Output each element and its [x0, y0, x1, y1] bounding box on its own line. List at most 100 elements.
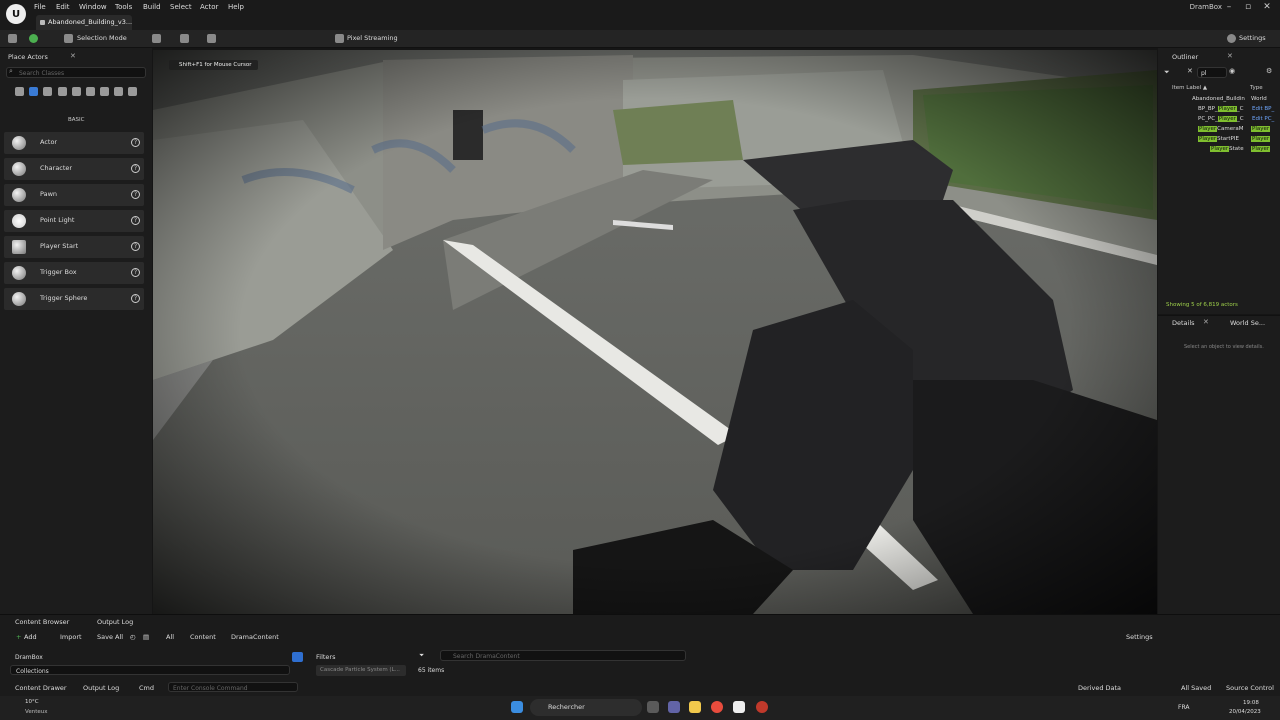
lights-category-icon[interactable]: [43, 87, 52, 96]
source-control-icon[interactable]: [29, 34, 38, 43]
menu-select[interactable]: Select: [170, 3, 192, 11]
actor-item-pawn[interactable]: Pawn?: [4, 184, 144, 206]
row-type-link[interactable]: Edit PC_: [1252, 116, 1274, 122]
chrome-icon[interactable]: [711, 701, 723, 713]
windows-start-icon[interactable]: [511, 701, 523, 713]
help-icon[interactable]: ?: [131, 164, 140, 173]
breadcrumb-dramacontent[interactable]: DramaContent: [231, 633, 279, 641]
settings-gear-icon[interactable]: [1227, 34, 1236, 43]
teams-icon[interactable]: [668, 701, 680, 713]
all-saved-status[interactable]: All Saved: [1181, 684, 1211, 692]
clear-search-icon[interactable]: ✕: [1187, 67, 1193, 75]
outliner-row[interactable]: BP_BP_Player_C: [1198, 106, 1243, 112]
outliner-row[interactable]: PlayerState: [1210, 146, 1244, 152]
outliner-row[interactable]: Abandoned_Buildin: [1192, 96, 1245, 102]
actor-item-trigger-sphere[interactable]: Trigger Sphere?: [4, 288, 144, 310]
help-icon[interactable]: ?: [131, 138, 140, 147]
cinematic-category-icon[interactable]: [58, 87, 67, 96]
menu-help[interactable]: Help: [228, 3, 244, 11]
add-content-icon[interactable]: [152, 34, 161, 43]
filter-menu-icon[interactable]: ⏷: [419, 651, 424, 660]
filter-chip[interactable]: Cascade Particle System (L...: [316, 665, 406, 676]
close-tab-icon[interactable]: ✕: [70, 52, 76, 60]
search-classes-input[interactable]: Search Classes: [6, 67, 146, 78]
more-category-icon[interactable]: [128, 87, 137, 96]
derived-data-button[interactable]: Derived Data: [1078, 684, 1121, 692]
actor-item-trigger-box[interactable]: Trigger Box?: [4, 262, 144, 284]
help-icon[interactable]: ?: [131, 242, 140, 251]
column-item-label[interactable]: Item Label ▲: [1172, 85, 1207, 91]
cmd-dropdown[interactable]: Cmd: [139, 684, 154, 692]
breadcrumb-content[interactable]: Content: [190, 633, 216, 641]
outliner-row[interactable]: PlayerStartPIE: [1198, 136, 1239, 142]
actor-item-player-start[interactable]: Player Start?: [4, 236, 144, 258]
maximize-icon[interactable]: ▫: [1239, 2, 1257, 12]
console-command-input[interactable]: Enter Console Command: [168, 682, 298, 692]
view-options-icon[interactable]: ◉: [1229, 67, 1235, 75]
blueprint-icon[interactable]: [180, 34, 189, 43]
geometry-category-icon[interactable]: [86, 87, 95, 96]
menu-file[interactable]: File: [34, 3, 46, 11]
pixel-streaming-icon[interactable]: [335, 34, 344, 43]
content-search-input[interactable]: Search DramaContent: [440, 650, 686, 661]
content-drawer-button[interactable]: Content Drawer: [15, 684, 67, 692]
search-icon[interactable]: [292, 652, 303, 662]
file-explorer-icon[interactable]: [689, 701, 701, 713]
close-icon[interactable]: ✕: [1258, 2, 1276, 12]
outliner-row[interactable]: PC_PC_Player_C: [1198, 116, 1244, 122]
tab-world-settings[interactable]: World Se...: [1230, 319, 1265, 327]
settings-button[interactable]: Settings: [1239, 34, 1266, 42]
folder-icon[interactable]: ▤: [143, 633, 149, 641]
column-type[interactable]: Type: [1250, 85, 1263, 91]
history-icon[interactable]: ◴: [130, 633, 136, 641]
task-view-icon[interactable]: [647, 701, 659, 713]
import-button[interactable]: Import: [60, 633, 82, 641]
minimize-icon[interactable]: –: [1220, 2, 1238, 12]
save-all-button[interactable]: Save All: [97, 633, 123, 641]
filter-icon[interactable]: ⏷: [1164, 68, 1170, 77]
app-icon[interactable]: [756, 701, 768, 713]
tab-place-actors[interactable]: Place Actors: [8, 53, 48, 61]
settings-gear-icon[interactable]: ⚙: [1266, 67, 1272, 75]
help-icon[interactable]: ?: [131, 268, 140, 277]
menu-window[interactable]: Window: [79, 3, 107, 11]
weather-temperature[interactable]: 10°C: [25, 699, 39, 705]
row-type-link[interactable]: Edit BP_: [1252, 106, 1274, 112]
selection-mode-dropdown[interactable]: Selection Mode: [77, 34, 127, 42]
menu-actor[interactable]: Actor: [200, 3, 218, 11]
language-indicator[interactable]: FRA: [1178, 704, 1189, 711]
menu-edit[interactable]: Edit: [56, 3, 70, 11]
tab-details[interactable]: Details: [1172, 319, 1195, 327]
pixel-streaming-dropdown[interactable]: Pixel Streaming: [347, 34, 398, 42]
menu-build[interactable]: Build: [143, 3, 161, 11]
breadcrumb-all[interactable]: All: [166, 633, 174, 641]
save-icon[interactable]: [8, 34, 17, 43]
actor-item-character[interactable]: Character?: [4, 158, 144, 180]
visual-effects-category-icon[interactable]: [72, 87, 81, 96]
taskbar-search-box[interactable]: Rechercher: [530, 699, 642, 716]
clock-date[interactable]: 20/04/2023: [1229, 709, 1261, 715]
recent-icon[interactable]: [15, 87, 24, 96]
outliner-row[interactable]: PlayerCameraM: [1198, 126, 1243, 132]
source-control-button[interactable]: Source Control: [1226, 684, 1274, 692]
basic-category-icon[interactable]: [29, 87, 38, 96]
select-mode-icon[interactable]: [64, 34, 73, 43]
level-tab[interactable]: Abandoned_Building_v3...: [36, 15, 132, 30]
help-icon[interactable]: ?: [131, 216, 140, 225]
cinematics-icon[interactable]: [207, 34, 216, 43]
unreal-engine-icon[interactable]: [733, 701, 745, 713]
help-icon[interactable]: ?: [131, 190, 140, 199]
output-log-button[interactable]: Output Log: [83, 684, 119, 692]
tab-content-browser[interactable]: Content Browser: [15, 618, 69, 626]
folder-tree-root[interactable]: DramBox: [15, 654, 43, 661]
level-viewport[interactable]: Shift+F1 for Mouse Cursor: [153, 50, 1157, 614]
outliner-search-input[interactable]: pl: [1197, 67, 1227, 78]
add-button[interactable]: Add: [24, 633, 37, 641]
clock-time[interactable]: 19:08: [1243, 700, 1259, 706]
tab-outliner[interactable]: Outliner: [1172, 53, 1198, 61]
volumes-category-icon[interactable]: [100, 87, 109, 96]
content-settings-button[interactable]: Settings: [1126, 633, 1153, 641]
actor-item-actor[interactable]: Actor?: [4, 132, 144, 154]
tab-output-log[interactable]: Output Log: [97, 618, 133, 626]
all-classes-category-icon[interactable]: [114, 87, 123, 96]
